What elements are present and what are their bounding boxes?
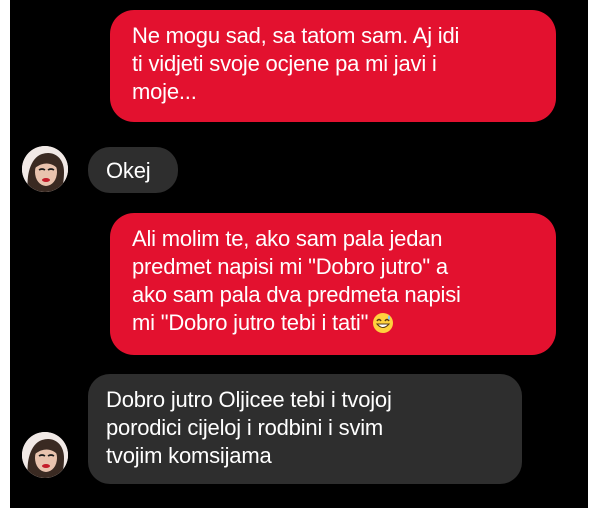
chat-window: Ne mogu sad, sa tatom sam. Aj idi ti vid…: [10, 0, 588, 508]
sent-message-bubble[interactable]: Ali molim te, ako sam pala jedan predmet…: [110, 213, 556, 355]
message-text-line: Ali molim te, ako sam pala jedan: [132, 226, 443, 251]
message-text-line: ti vidjeti svoje ocjene pa mi javi i: [132, 51, 437, 76]
message-text-line: moje...: [132, 79, 197, 104]
message-text-line: ako sam pala dva predmeta napisi: [132, 282, 461, 307]
message-text-line: Dobro jutro Oljicee tebi i tvojoj: [106, 387, 392, 412]
received-message-bubble[interactable]: Okej: [88, 147, 178, 193]
message-text-line: Ne mogu sad, sa tatom sam. Aj idi: [132, 23, 460, 48]
contact-avatar[interactable]: [22, 432, 68, 478]
received-message-bubble[interactable]: Dobro jutro Oljicee tebi i tvojoj porodi…: [88, 374, 522, 484]
message-text-line: tvojim komsijama: [106, 443, 272, 468]
message-text-line: predmet napisi mi "Dobro jutro" a: [132, 254, 448, 279]
message-text-line: porodici cijeloj i rodbini i svim: [106, 415, 384, 440]
message-text: mi "Dobro jutro tebi i tati": [132, 310, 369, 335]
contact-avatar-image: [22, 432, 68, 478]
contact-avatar[interactable]: [22, 146, 68, 192]
sent-message-bubble[interactable]: Ne mogu sad, sa tatom sam. Aj idi ti vid…: [110, 10, 556, 122]
contact-avatar-image: [22, 146, 68, 192]
message-text-line: Okej: [106, 158, 151, 183]
message-text-line: mi "Dobro jutro tebi i tati": [132, 309, 538, 337]
grinning-sweat-emoji-icon: [372, 312, 394, 334]
